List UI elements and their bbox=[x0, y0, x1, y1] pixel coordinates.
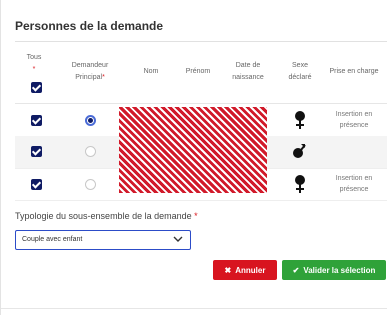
chevron-down-icon bbox=[173, 236, 183, 242]
principal-radio[interactable] bbox=[85, 179, 96, 190]
typologie-selected-value: Couple avec enfant bbox=[22, 236, 83, 243]
select-all-checkbox[interactable] bbox=[31, 82, 42, 93]
female-icon bbox=[295, 175, 305, 193]
header-nom: Nom bbox=[143, 68, 159, 75]
cancel-button[interactable]: ✖ Annuler bbox=[213, 260, 277, 280]
male-icon bbox=[293, 144, 306, 158]
check-icon: ✔ bbox=[292, 265, 300, 275]
typologie-select[interactable]: Couple avec enfant bbox=[15, 230, 191, 250]
close-icon: ✖ bbox=[224, 265, 232, 275]
dialog-footer-divider bbox=[1, 308, 387, 309]
header-prenom: Prénom bbox=[185, 68, 211, 75]
typologie-label: Typologie du sous-ensemble de la demande… bbox=[15, 211, 198, 221]
row-checkbox[interactable] bbox=[31, 146, 42, 157]
selection-dialog: Personnes de la demande Tous * Demandeur… bbox=[0, 0, 387, 315]
required-marker: * bbox=[32, 66, 36, 73]
required-marker: * bbox=[102, 74, 105, 81]
header-demandeur-principal: Demandeur Principal* bbox=[71, 62, 109, 81]
redacted-personal-data bbox=[119, 107, 267, 193]
header-tous: Tous * bbox=[26, 54, 42, 73]
header-date-naissance: Date de naissance bbox=[232, 62, 264, 81]
table-header: Tous * Demandeur Principal* Nom Prénom D… bbox=[15, 42, 387, 104]
female-icon bbox=[295, 111, 305, 129]
principal-radio[interactable] bbox=[85, 146, 96, 157]
prise-en-charge-value: Insertion en présence bbox=[335, 175, 373, 193]
required-marker: * bbox=[194, 211, 198, 221]
row-checkbox[interactable] bbox=[31, 115, 42, 126]
dialog-title: Personnes de la demande bbox=[15, 19, 164, 33]
header-sexe-declare: Sexe déclaré bbox=[288, 62, 312, 81]
prise-en-charge-value: Insertion en présence bbox=[335, 111, 373, 129]
header-prise-en-charge: Prise en charge bbox=[329, 68, 379, 75]
principal-radio[interactable] bbox=[85, 115, 96, 126]
row-checkbox[interactable] bbox=[31, 179, 42, 190]
validate-selection-button[interactable]: ✔ Valider la sélection bbox=[282, 260, 386, 280]
dialog-header: Personnes de la demande bbox=[15, 18, 387, 42]
